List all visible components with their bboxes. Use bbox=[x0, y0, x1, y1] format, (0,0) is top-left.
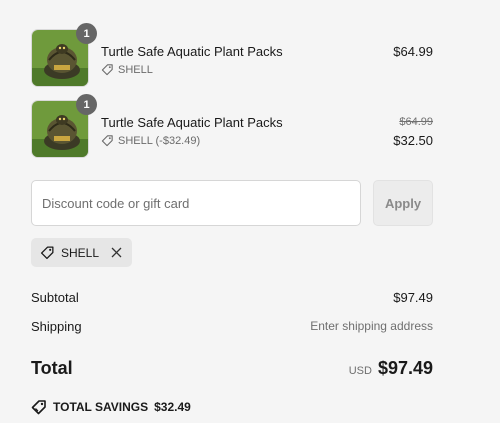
close-icon[interactable] bbox=[111, 247, 122, 258]
total-savings: TOTAL SAVINGS $32.49 bbox=[31, 399, 191, 415]
savings-tag-icon bbox=[31, 400, 46, 415]
total-amount: USD $97.49 bbox=[349, 358, 433, 379]
line-discount-label: SHELL bbox=[118, 63, 153, 76]
tag-icon bbox=[101, 135, 113, 147]
remove-code-button[interactable] bbox=[111, 247, 122, 258]
applied-discount-chip: SHELL bbox=[31, 238, 133, 267]
line-discount: SHELL bbox=[101, 63, 153, 76]
product-thumbnail-wrapper: 1 bbox=[31, 23, 97, 87]
applied-code-label: SHELL bbox=[61, 245, 100, 260]
discount-code-input[interactable] bbox=[31, 180, 361, 226]
line-price: $64.99 bbox=[393, 44, 433, 59]
total-savings-label: TOTAL SAVINGS bbox=[53, 400, 149, 414]
currency-code: USD bbox=[348, 364, 372, 377]
total-label: Total bbox=[31, 357, 73, 378]
tag-icon bbox=[101, 64, 113, 76]
tag-icon bbox=[40, 246, 54, 260]
line-discount-label: SHELL (-$32.49) bbox=[118, 134, 201, 147]
product-thumbnail-wrapper: 1 bbox=[31, 94, 97, 158]
apply-button[interactable]: Apply bbox=[373, 180, 433, 226]
quantity-badge: 1 bbox=[76, 23, 97, 44]
product-title: Turtle Safe Aquatic Plant Packs bbox=[101, 44, 283, 59]
line-item: 1 Turtle Safe Aquatic Plant Packs SHELL … bbox=[31, 23, 433, 87]
shipping-value: Enter shipping address bbox=[310, 319, 433, 333]
subtotal-label: Subtotal bbox=[31, 289, 79, 305]
line-item: 1 Turtle Safe Aquatic Plant Packs SHELL … bbox=[31, 94, 433, 158]
subtotal-value: $97.49 bbox=[393, 289, 433, 305]
total-value: $97.49 bbox=[377, 357, 433, 378]
total-row: Total USD $97.49 bbox=[31, 355, 433, 381]
subtotal-row: Subtotal $97.49 bbox=[31, 288, 433, 306]
shipping-label: Shipping bbox=[31, 318, 82, 334]
product-title: Turtle Safe Aquatic Plant Packs bbox=[101, 115, 283, 130]
total-savings-value: $32.49 bbox=[154, 400, 191, 414]
quantity-badge: 1 bbox=[76, 94, 97, 115]
original-price: $64.99 bbox=[399, 116, 433, 128]
shipping-row: Shipping Enter shipping address bbox=[31, 317, 433, 335]
line-price: $32.50 bbox=[393, 133, 433, 148]
line-discount: SHELL (-$32.49) bbox=[101, 134, 200, 147]
